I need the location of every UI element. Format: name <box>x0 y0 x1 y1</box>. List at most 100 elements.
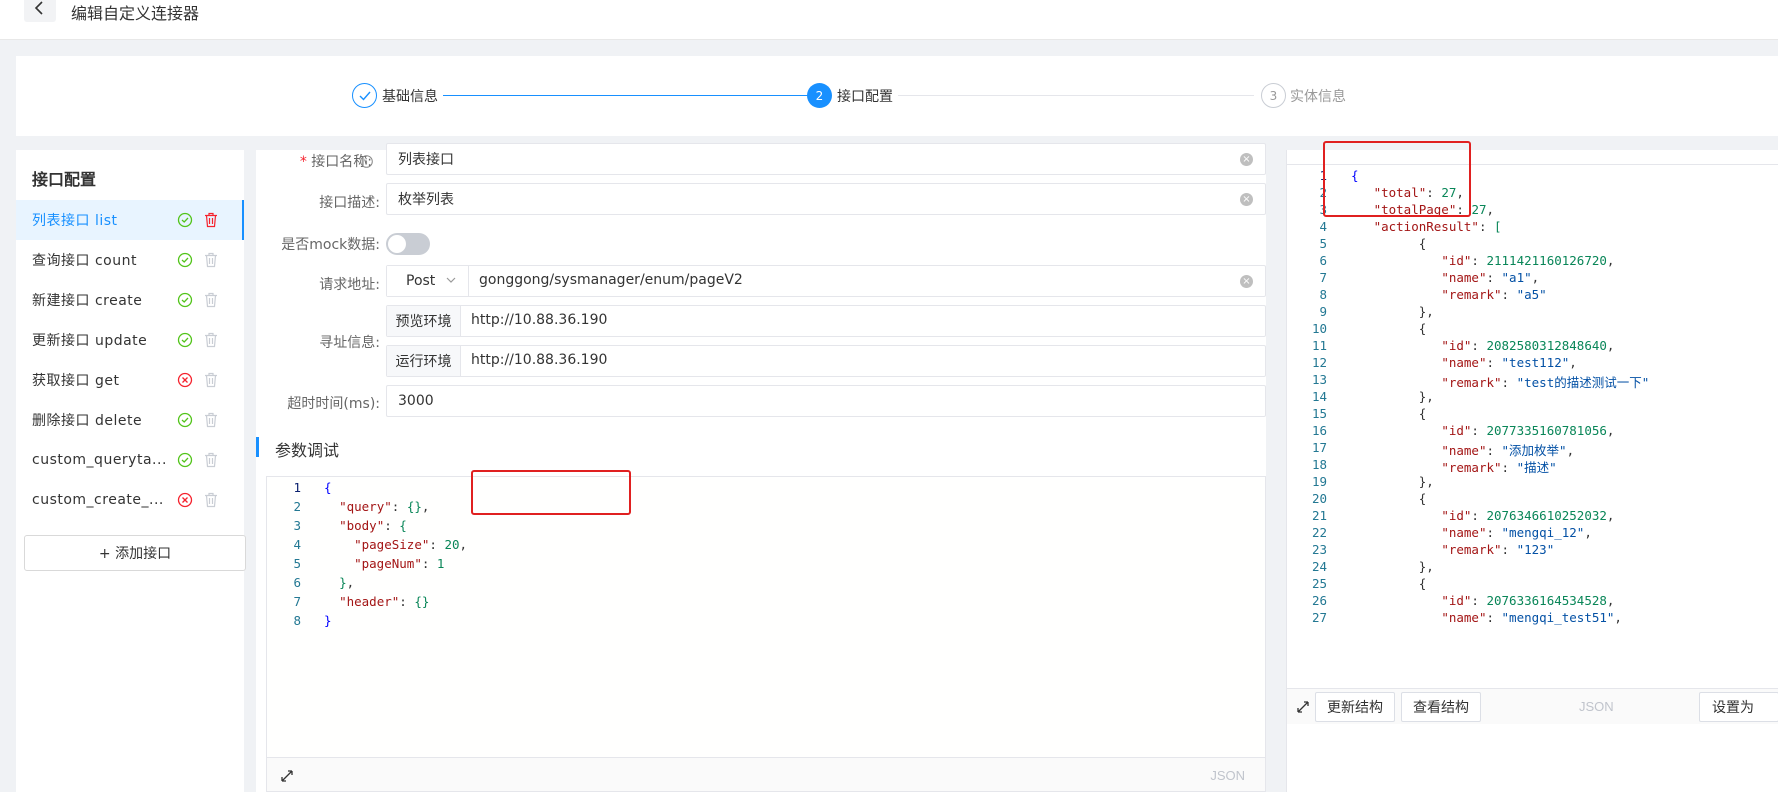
line-number: 9 <box>1319 304 1327 319</box>
code-line: "pageNum": 1 <box>354 556 445 571</box>
line-number: 2 <box>1319 185 1327 200</box>
code-line: }, <box>1418 304 1434 319</box>
sidebar-item-create[interactable]: 新建接口 create <box>16 280 244 320</box>
check-circle-icon <box>177 252 193 268</box>
clear-icon[interactable]: × <box>1240 193 1253 206</box>
env-run-input[interactable]: 运行环境 http://10.88.36.190 <box>386 345 1266 377</box>
response-panel: 1 2 3 4 5 6 7 8 9 10 11 12 13 14 15 16 1… <box>1286 141 1778 792</box>
sidebar-item-list[interactable]: 列表接口 list <box>16 200 244 240</box>
code-line: "id": 2076346610252032, <box>1441 508 1615 523</box>
code-line: "body": { <box>339 518 407 533</box>
line-number: 27 <box>1311 610 1327 625</box>
line-number: 24 <box>1311 559 1327 574</box>
desc-input[interactable]: 枚举列表 × <box>386 183 1266 215</box>
code-line: "header": {} <box>339 594 430 609</box>
back-button[interactable] <box>24 0 56 22</box>
required-mark: * <box>299 154 312 170</box>
code-line: { <box>1351 168 1359 183</box>
sidebar-item-label: 更新接口 update <box>32 333 148 349</box>
trash-icon[interactable] <box>204 492 218 508</box>
line-number: 19 <box>1311 474 1327 489</box>
response-json-editor[interactable]: 1 2 3 4 5 6 7 8 9 10 11 12 13 14 15 16 1… <box>1287 164 1778 688</box>
code-line: }, <box>1418 389 1434 404</box>
trash-icon[interactable] <box>204 252 218 268</box>
update-structure-button[interactable]: 更新结构 <box>1315 692 1395 722</box>
step-2-circle: 2 <box>807 83 832 108</box>
name-value: 列表接口 <box>398 152 454 168</box>
error-circle-icon <box>177 372 193 388</box>
code-line: "id": 2082580312848640, <box>1441 338 1615 353</box>
addr-label: 寻址信息: <box>319 335 380 351</box>
url-input-group: Post gonggong/sysmanager/enum/pageV2 × <box>386 265 1266 297</box>
clear-icon[interactable]: × <box>1240 275 1253 288</box>
debug-section-title: 参数调试 <box>256 437 339 460</box>
add-interface-button[interactable]: + 添加接口 <box>24 535 246 571</box>
json-tag: JSON <box>1579 699 1614 714</box>
sidebar-item-update[interactable]: 更新接口 update <box>16 320 244 360</box>
code-line: }, <box>1418 559 1434 574</box>
expand-icon[interactable] <box>281 770 293 782</box>
line-number: 5 <box>1319 236 1327 251</box>
code-line: }, <box>339 575 355 590</box>
mock-toggle[interactable] <box>386 233 430 255</box>
check-circle-icon <box>177 452 193 468</box>
env-run-addon: 运行环境 <box>387 346 461 376</box>
set-as-button[interactable]: 设置为 <box>1699 692 1778 722</box>
code-line: { <box>1418 236 1427 251</box>
env-preview-input[interactable]: 预览环境 http://10.88.36.190 <box>386 305 1266 337</box>
code-line: } <box>324 613 332 628</box>
sidebar-item-label: custom_create_... <box>32 492 164 508</box>
line-number: 21 <box>1311 508 1327 523</box>
line-number: 6 <box>1319 253 1327 268</box>
json-tag: JSON <box>1210 768 1245 783</box>
line-number: 3 <box>1319 202 1327 217</box>
line-number: 22 <box>1311 525 1327 540</box>
name-label: * 接口名称: <box>276 151 372 171</box>
line-number: 1 <box>1319 168 1327 183</box>
sidebar-item-count[interactable]: 查询接口 count <box>16 240 244 280</box>
method-select[interactable]: Post <box>387 266 469 296</box>
sidebar-item-label: 查询接口 count <box>32 253 137 269</box>
code-line: "remark": "123" <box>1441 542 1555 557</box>
check-circle-icon <box>177 332 193 348</box>
sidebar-item-label: 删除接口 delete <box>32 413 143 429</box>
url-value[interactable]: gonggong/sysmanager/enum/pageV2 <box>479 272 743 288</box>
trash-icon[interactable] <box>204 332 218 348</box>
line-number: 13 <box>1311 372 1327 387</box>
code-line: { <box>1418 321 1427 336</box>
line-number: 17 <box>1311 440 1327 455</box>
env-preview-value: http://10.88.36.190 <box>471 312 608 328</box>
trash-icon[interactable] <box>204 452 218 468</box>
chevron-down-icon <box>446 277 456 283</box>
line-number: 15 <box>1311 406 1327 421</box>
code-line: "actionResult": [ <box>1373 219 1502 234</box>
line-number: 20 <box>1311 491 1327 506</box>
trash-icon[interactable] <box>204 372 218 388</box>
mock-label: 是否mock数据: <box>281 237 380 253</box>
sidebar-title: 接口配置 <box>32 170 97 189</box>
clear-icon[interactable]: × <box>1240 153 1253 166</box>
sidebar-item-custom-querytable[interactable]: custom_queryta... <box>16 440 244 480</box>
name-input[interactable]: 列表接口 × <box>386 143 1266 175</box>
line-number: 3 <box>293 518 301 533</box>
error-circle-icon <box>177 492 193 508</box>
code-line: "id": 2111421160126720, <box>1441 253 1615 268</box>
sidebar-item-custom-create[interactable]: custom_create_... <box>16 480 244 520</box>
sidebar-item-label: 新建接口 create <box>32 293 143 309</box>
url-label: 请求地址: <box>319 277 380 293</box>
line-number: 5 <box>293 556 301 571</box>
expand-icon[interactable] <box>1297 701 1309 713</box>
line-number: 18 <box>1311 457 1327 472</box>
check-circle-icon <box>177 212 193 228</box>
line-number: 25 <box>1311 576 1327 591</box>
view-structure-button[interactable]: 查看结构 <box>1401 692 1481 722</box>
trash-icon[interactable] <box>204 412 218 428</box>
trash-icon[interactable] <box>204 212 218 228</box>
sidebar-item-get[interactable]: 获取接口 get <box>16 360 244 400</box>
timeout-input[interactable]: 3000 <box>386 385 1266 417</box>
trash-icon[interactable] <box>204 292 218 308</box>
method-value: Post <box>406 273 436 289</box>
sidebar-item-delete[interactable]: 删除接口 delete <box>16 400 244 440</box>
line-number: 8 <box>293 613 301 628</box>
request-json-editor[interactable]: 1 2 3 4 5 6 7 8 { "query": {}, "body": {… <box>266 476 1266 792</box>
